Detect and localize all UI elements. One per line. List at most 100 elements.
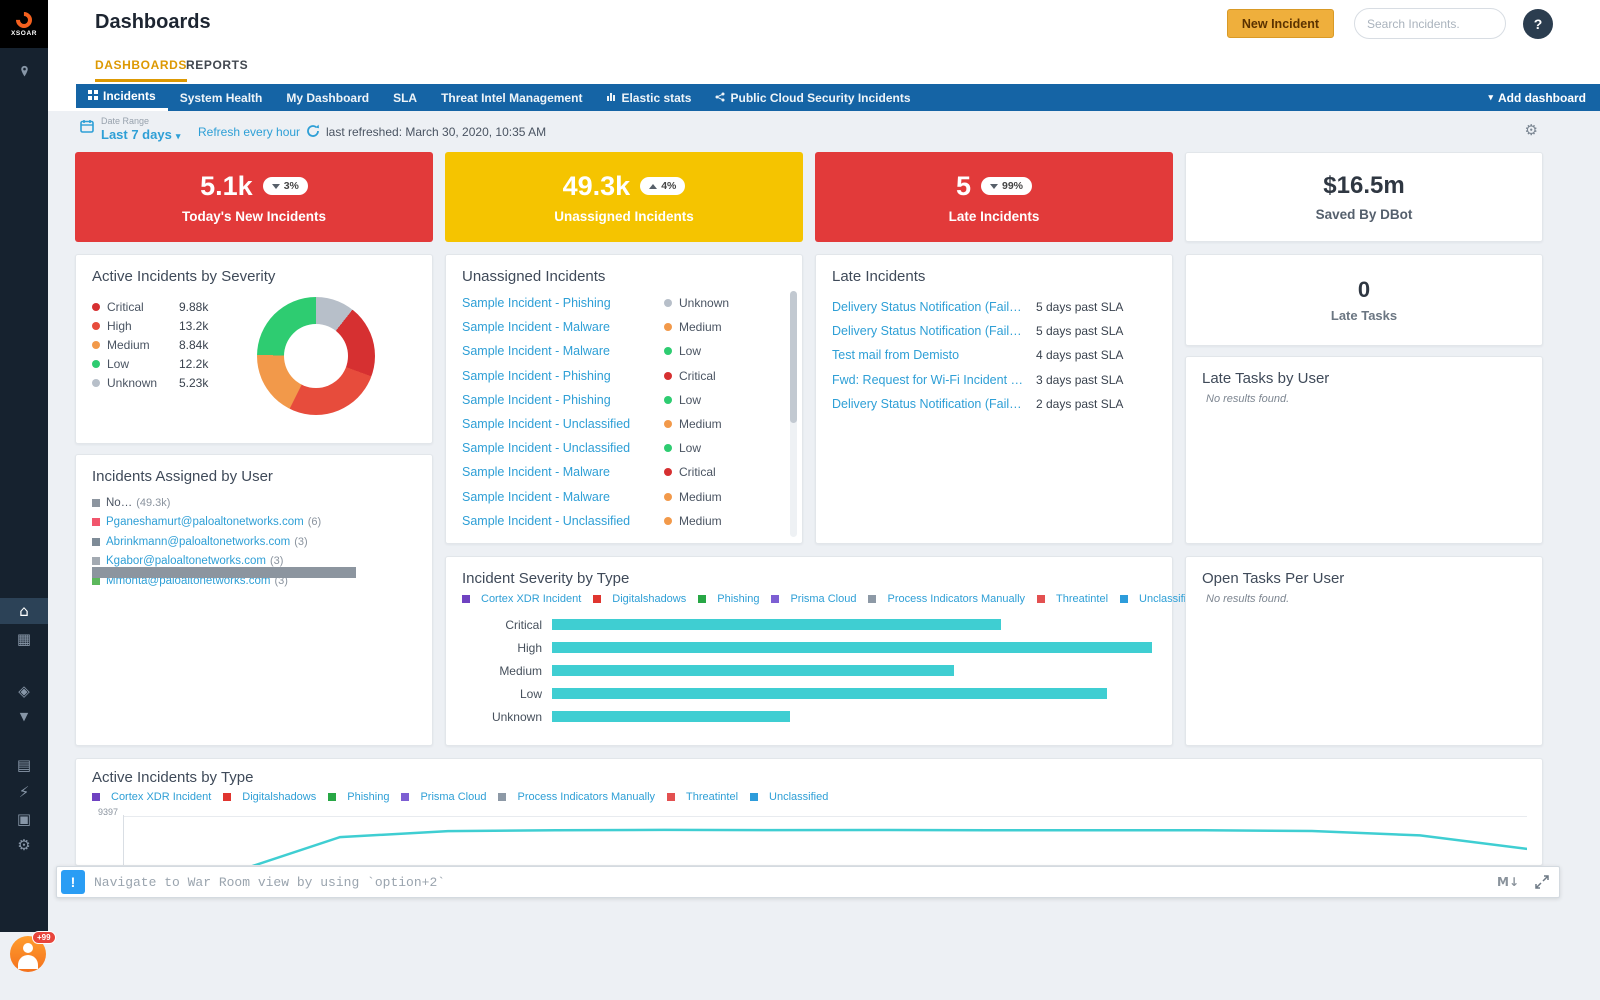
list-item: Sample Incident - MalwareCritical — [462, 460, 772, 484]
severity-dot — [664, 493, 672, 501]
incident-link[interactable]: Delivery Status Notification (Fail… — [832, 397, 1036, 411]
legend-item[interactable]: Abrinkmann@paloaltonetworks.com(3) — [92, 532, 418, 552]
nav-item-my-dashboard[interactable]: My Dashboard — [274, 84, 381, 111]
legend-item[interactable]: Phishing — [698, 593, 759, 605]
nav-item-threat-intel[interactable]: Threat Intel Management — [429, 84, 594, 111]
xsoar-logo[interactable]: XSOAR — [0, 0, 48, 48]
kpi-unassigned-incidents[interactable]: 49.3k 4% Unassigned Incidents — [445, 152, 803, 242]
incident-link[interactable]: Sample Incident - Unclassified — [462, 514, 664, 528]
legend-item[interactable]: Phishing — [328, 791, 389, 803]
list-item: Delivery Status Notification (Fail…5 day… — [832, 319, 1158, 343]
add-dashboard-button[interactable]: ▾ Add dashboard — [1474, 84, 1600, 111]
incident-link[interactable]: Delivery Status Notification (Fail… — [832, 300, 1036, 314]
incident-link[interactable]: Sample Incident - Phishing — [462, 393, 664, 407]
legend-item[interactable]: Prisma Cloud — [401, 791, 486, 803]
incident-link[interactable]: Sample Incident - Malware — [462, 320, 664, 334]
calendar-icon — [80, 119, 94, 138]
severity-cell: Critical — [664, 465, 716, 479]
legend-square — [92, 793, 100, 801]
date-range-label: Date Range — [101, 116, 180, 126]
legend-item[interactable]: Process Indicators Manually — [498, 791, 655, 803]
kpi-late-incidents[interactable]: 5 99% Late Incidents — [815, 152, 1173, 242]
incident-link[interactable]: Delivery Status Notification (Fail… — [832, 324, 1036, 338]
incident-link[interactable]: Sample Incident - Unclassified — [462, 417, 664, 431]
date-range-picker[interactable]: Date Range Last 7 days▾ — [80, 116, 180, 142]
legend-item[interactable]: Cortex XDR Incident — [92, 791, 211, 803]
marketplace-icon[interactable]: ◈ — [0, 678, 48, 704]
legend-item[interactable]: Prisma Cloud — [771, 593, 856, 605]
incident-link[interactable]: Sample Incident - Malware — [462, 465, 664, 479]
search-input[interactable] — [1367, 17, 1493, 31]
jobs-icon[interactable]: ▣ — [0, 806, 48, 832]
legend-item[interactable]: Threatintel — [1037, 593, 1108, 605]
legend-item[interactable]: Low12.2k — [92, 354, 252, 373]
nav-item-incidents[interactable]: Incidents — [76, 84, 168, 111]
sla-text: 5 days past SLA — [1036, 324, 1123, 338]
incident-link[interactable]: Sample Incident - Unclassified — [462, 441, 664, 455]
list-item: Sample Incident - MalwareMedium — [462, 315, 772, 339]
docs-icon[interactable]: ▤ — [0, 752, 48, 778]
help-button[interactable]: ? — [1523, 9, 1553, 39]
caret-down-icon — [990, 184, 998, 189]
incident-link[interactable]: Sample Incident - Phishing — [462, 296, 664, 310]
incident-link[interactable]: Test mail from Demisto — [832, 348, 1036, 362]
kpi-saved-by-dbot[interactable]: $16.5m Saved By DBot — [1185, 152, 1543, 242]
legend-item[interactable]: Threatintel — [667, 791, 738, 803]
refresh-interval-link[interactable]: Refresh every hour — [198, 125, 300, 139]
pin-sidebar-icon[interactable] — [0, 58, 48, 84]
y-axis-max-tick: 9397 — [98, 807, 118, 817]
legend-item[interactable]: Process Indicators Manually — [868, 593, 1025, 605]
legend-item[interactable]: High13.2k — [92, 316, 252, 335]
refresh-icon[interactable] — [306, 124, 320, 143]
legend-square — [1120, 595, 1128, 603]
nav-item-elastic-stats[interactable]: Elastic stats — [594, 84, 703, 111]
settings-gear-icon[interactable]: ⚙ — [0, 832, 48, 858]
scrollbar-thumb[interactable] — [790, 291, 797, 423]
legend-item[interactable]: Digitalshadows — [593, 593, 686, 605]
automation-icon[interactable]: ⚡ — [0, 779, 48, 805]
severity-donut[interactable] — [257, 297, 375, 415]
legend-item[interactable]: Digitalshadows — [223, 791, 316, 803]
user-link[interactable]: Pganeshamurt@paloaltonetworks.com — [106, 516, 304, 528]
severity-dot — [92, 360, 100, 368]
nav-item-public-cloud[interactable]: Public Cloud Security Incidents — [703, 84, 922, 111]
nav-item-system-health[interactable]: System Health — [168, 84, 275, 111]
user-avatar[interactable]: +99 — [10, 936, 46, 972]
new-incident-button[interactable]: New Incident — [1227, 9, 1334, 38]
legend-item[interactable]: Pganeshamurt@paloaltonetworks.com(6) — [92, 513, 418, 533]
command-input[interactable] — [94, 875, 1497, 890]
legend-item[interactable]: Cortex XDR Incident — [462, 593, 581, 605]
home-icon[interactable]: ⌂ — [0, 598, 48, 624]
list-item: Sample Incident - MalwareLow — [462, 339, 772, 363]
kpi-value: 49.3k — [563, 171, 631, 202]
dashboard-settings-gear-icon[interactable]: ⚙ — [1525, 121, 1538, 139]
expand-icon[interactable] — [1535, 875, 1549, 889]
user-link[interactable]: Abrinkmann@paloaltonetworks.com — [106, 536, 290, 548]
incident-link[interactable]: Fwd: Request for Wi-Fi Incident … — [832, 373, 1036, 387]
legend-square — [667, 793, 675, 801]
severity-dot — [664, 299, 672, 307]
bar-row: Low — [462, 682, 1152, 705]
incident-link[interactable]: Sample Incident - Malware — [462, 490, 664, 504]
incident-link[interactable]: Sample Incident - Phishing — [462, 369, 664, 383]
nav-item-sla[interactable]: SLA — [381, 84, 429, 111]
severity-dot — [92, 341, 100, 349]
user-link[interactable]: Kgabor@paloaltonetworks.com — [106, 555, 266, 567]
legend-item[interactable]: Unknown5.23k — [92, 373, 252, 392]
dashboard-toolbar: Date Range Last 7 days▾ Refresh every ho… — [76, 112, 1600, 152]
widget-active-incidents-by-severity: Active Incidents by Severity Critical9.8… — [75, 254, 433, 444]
page-title: Dashboards — [95, 11, 211, 34]
legend-item[interactable]: Medium8.84k — [92, 335, 252, 354]
legend-item[interactable]: No…(49.3k) — [92, 493, 418, 513]
incident-link[interactable]: Sample Incident - Malware — [462, 344, 664, 358]
severity-dot — [664, 444, 672, 452]
severity-dot — [664, 396, 672, 404]
kpi-todays-new-incidents[interactable]: 5.1k 3% Today's New Incidents — [75, 152, 433, 242]
legend-item[interactable]: Critical9.88k — [92, 297, 252, 316]
tab-dashboards[interactable]: DASHBOARDS — [95, 48, 187, 82]
legend-item[interactable]: Unclassified — [750, 791, 828, 803]
filter-icon[interactable]: ▼ — [0, 704, 48, 730]
dashboard-board-icon[interactable]: ▦ — [0, 626, 48, 652]
widget-title: Late Incidents — [816, 255, 1172, 285]
tab-reports[interactable]: REPORTS — [186, 48, 248, 82]
